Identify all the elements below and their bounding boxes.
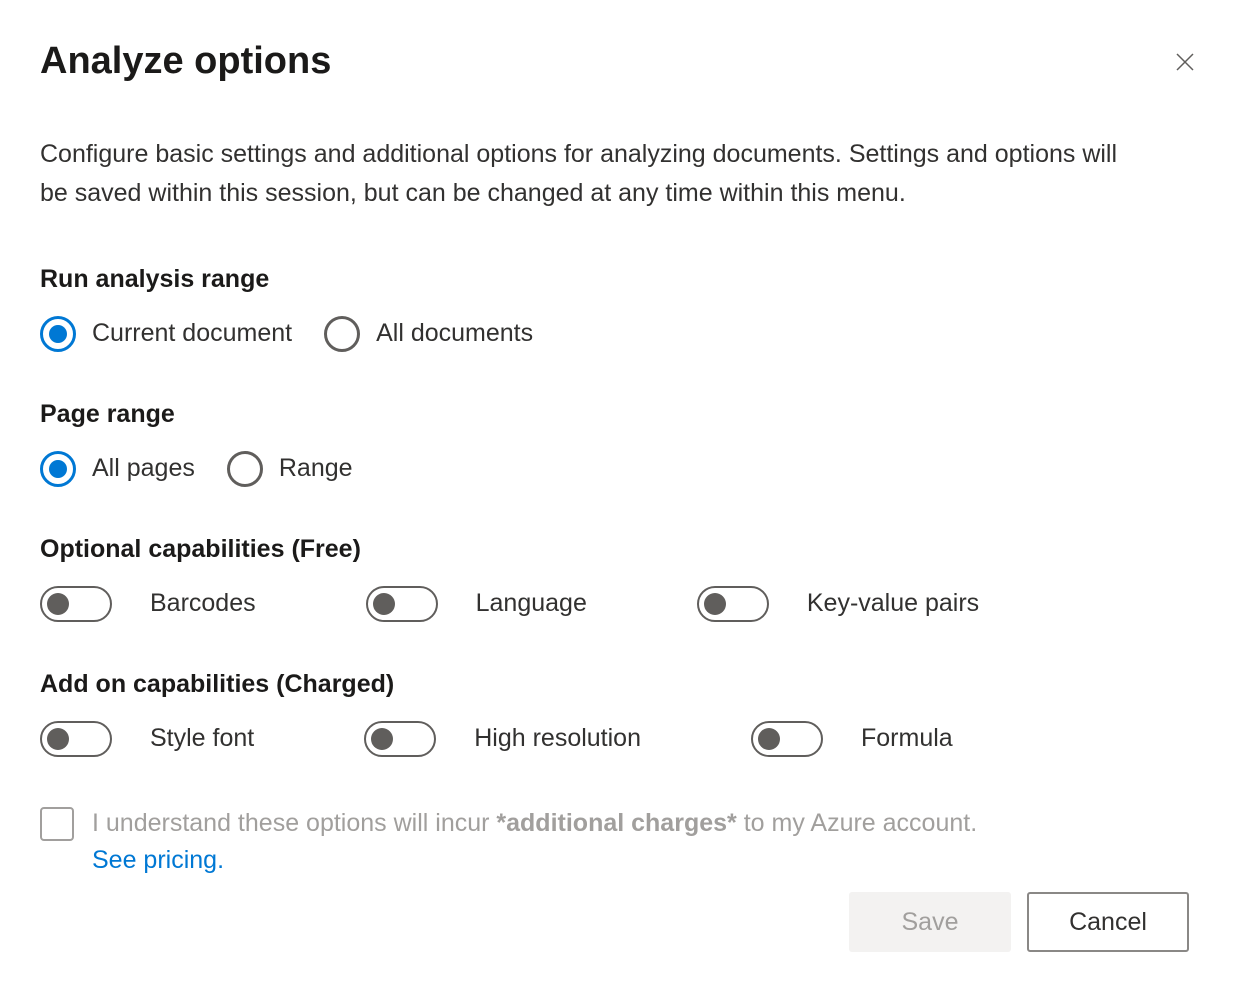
radio-range[interactable]: Range bbox=[227, 451, 353, 487]
consent-prefix: I understand these options will incur bbox=[92, 809, 496, 837]
radio-indicator bbox=[40, 316, 76, 352]
radio-label: Range bbox=[279, 454, 353, 483]
page-range-label: Page range bbox=[40, 400, 1205, 429]
toggle-high-resolution[interactable] bbox=[364, 721, 436, 757]
toggle-label: Language bbox=[476, 589, 587, 618]
radio-label: All documents bbox=[376, 319, 533, 348]
consent-emphasis: *additional charges* bbox=[496, 809, 736, 837]
radio-label: Current document bbox=[92, 319, 292, 348]
cancel-button[interactable]: Cancel bbox=[1027, 892, 1189, 952]
addon-capabilities-group: Style font High resolution Formula bbox=[40, 721, 1205, 757]
consent-suffix: to my Azure account. bbox=[737, 809, 977, 837]
addon-capabilities-label: Add on capabilities (Charged) bbox=[40, 670, 1205, 699]
toggle-label: Barcodes bbox=[150, 589, 256, 618]
consent-text: I understand these options will incur *a… bbox=[92, 805, 977, 880]
dialog-footer: Save Cancel bbox=[849, 892, 1189, 952]
save-button[interactable]: Save bbox=[849, 892, 1011, 952]
radio-current-document[interactable]: Current document bbox=[40, 316, 292, 352]
close-button[interactable] bbox=[1165, 42, 1205, 82]
toggle-knob bbox=[47, 728, 69, 750]
toggle-label: High resolution bbox=[474, 724, 641, 753]
toggle-style-font[interactable] bbox=[40, 721, 112, 757]
toggle-key-value-pairs[interactable] bbox=[697, 586, 769, 622]
toggle-label: Key-value pairs bbox=[807, 589, 979, 618]
optional-capabilities-group: Barcodes Language Key-value pairs bbox=[40, 586, 1205, 622]
toggle-knob bbox=[758, 728, 780, 750]
radio-all-documents[interactable]: All documents bbox=[324, 316, 533, 352]
dialog-description: Configure basic settings and additional … bbox=[40, 135, 1140, 213]
toggle-language[interactable] bbox=[366, 586, 438, 622]
toggle-knob bbox=[373, 593, 395, 615]
close-icon bbox=[1173, 50, 1197, 74]
toggle-label: Style font bbox=[150, 724, 254, 753]
consent-checkbox[interactable] bbox=[40, 807, 74, 841]
toggle-knob bbox=[47, 593, 69, 615]
run-analysis-range-group: Current document All documents bbox=[40, 316, 1205, 352]
radio-all-pages[interactable]: All pages bbox=[40, 451, 195, 487]
radio-indicator bbox=[40, 451, 76, 487]
optional-capabilities-label: Optional capabilities (Free) bbox=[40, 535, 1205, 564]
toggle-knob bbox=[371, 728, 393, 750]
run-analysis-range-label: Run analysis range bbox=[40, 265, 1205, 294]
radio-label: All pages bbox=[92, 454, 195, 483]
radio-indicator bbox=[324, 316, 360, 352]
see-pricing-link[interactable]: See pricing. bbox=[92, 846, 224, 874]
radio-indicator bbox=[227, 451, 263, 487]
dialog-title: Analyze options bbox=[40, 40, 331, 83]
consent-row: I understand these options will incur *a… bbox=[40, 805, 1205, 880]
page-range-group: All pages Range bbox=[40, 451, 1205, 487]
toggle-knob bbox=[704, 593, 726, 615]
toggle-formula[interactable] bbox=[751, 721, 823, 757]
toggle-label: Formula bbox=[861, 724, 953, 753]
toggle-barcodes[interactable] bbox=[40, 586, 112, 622]
